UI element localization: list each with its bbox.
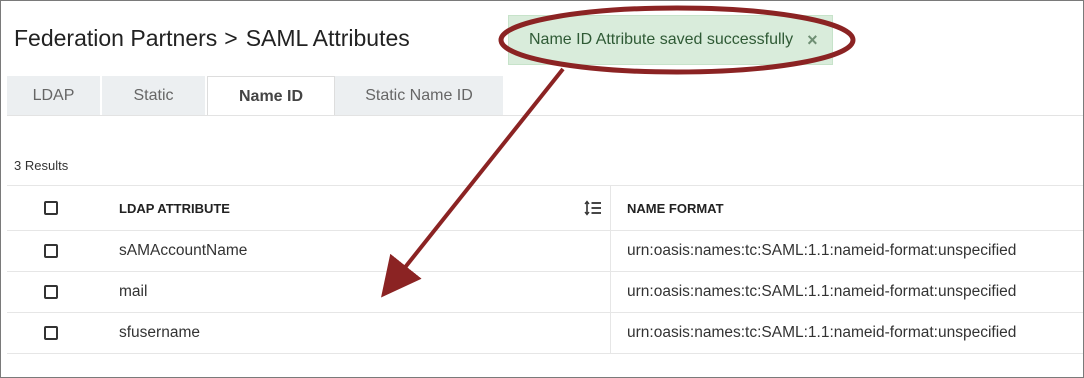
row-select-cell (7, 285, 95, 299)
app-frame: Federation Partners > SAML Attributes LDAP… (0, 0, 1084, 378)
tab-divider (7, 115, 1083, 116)
table-row[interactable]: sfusername urn:oasis:names:tc:SAML:1.1:n… (7, 313, 1083, 354)
breadcrumb-current: SAML Attributes (245, 25, 410, 51)
tab-name-id[interactable]: Name ID (207, 76, 335, 116)
attributes-table: LDAP ATTRIBUTE NAME FORMAT sAMAccountNam… (7, 185, 1083, 354)
row-select-cell (7, 326, 95, 340)
row-checkbox[interactable] (43, 285, 58, 299)
tab-bar: LDAP Static Name ID Static Name ID (7, 76, 505, 116)
breadcrumb: Federation Partners > SAML Attributes (14, 25, 410, 52)
column-header-name-format[interactable]: NAME FORMAT (610, 186, 1083, 230)
toast-message: Name ID Attribute saved successfully (529, 31, 794, 48)
select-all-cell (7, 201, 95, 215)
breadcrumb-parent[interactable]: Federation Partners (14, 25, 217, 51)
row-select-cell (7, 244, 95, 258)
select-all-checkbox[interactable] (43, 201, 58, 215)
name-format-cell: urn:oasis:names:tc:SAML:1.1:nameid-forma… (610, 272, 1083, 312)
ldap-attribute-cell: mail (119, 283, 148, 300)
tab-static-name-id[interactable]: Static Name ID (335, 76, 505, 116)
name-format-cell: urn:oasis:names:tc:SAML:1.1:nameid-forma… (610, 231, 1083, 271)
name-format-cell: urn:oasis:names:tc:SAML:1.1:nameid-forma… (610, 313, 1083, 353)
breadcrumb-separator: > (224, 25, 238, 51)
ldap-attribute-cell: sfusername (119, 324, 200, 341)
column-header-ldap-attribute[interactable]: LDAP ATTRIBUTE (95, 186, 610, 230)
column-header-ldap-attribute-label: LDAP ATTRIBUTE (119, 200, 230, 216)
results-count: 3 Results (14, 158, 69, 173)
table-row[interactable]: sAMAccountName urn:oasis:names:tc:SAML:1… (7, 231, 1083, 272)
column-header-name-format-label: NAME FORMAT (627, 200, 724, 216)
success-toast: Name ID Attribute saved successfully × (508, 15, 833, 65)
table-row[interactable]: mail urn:oasis:names:tc:SAML:1.1:nameid-… (7, 272, 1083, 313)
close-icon[interactable]: × (807, 30, 818, 51)
row-checkbox[interactable] (43, 244, 58, 258)
table-header-row: LDAP ATTRIBUTE NAME FORMAT (7, 185, 1083, 231)
sort-icon[interactable] (584, 200, 602, 216)
row-checkbox[interactable] (43, 326, 58, 340)
tab-static[interactable]: Static (102, 76, 207, 116)
tab-ldap[interactable]: LDAP (7, 76, 102, 116)
ldap-attribute-cell: sAMAccountName (119, 242, 248, 259)
